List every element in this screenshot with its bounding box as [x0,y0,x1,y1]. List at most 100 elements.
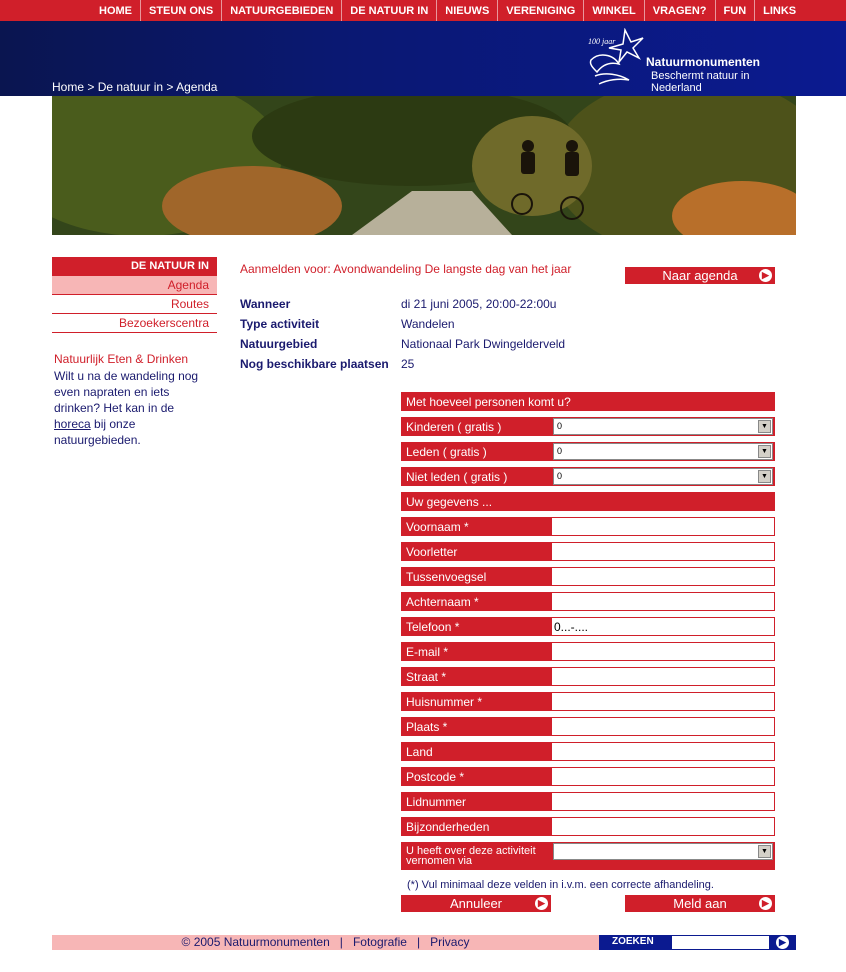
e-mail-field[interactable] [551,642,775,661]
nav-item[interactable]: NIEUWS [436,0,497,21]
persons-select-value: 0 [557,446,563,456]
logo-anniversary-text: 100 jaar [588,37,616,46]
annuleer-label: Annuleer [449,896,503,911]
sidebar-item-bezoekerscentra[interactable]: Bezoekerscentra [52,314,217,333]
search-go-icon[interactable]: ▶ [776,936,789,949]
land-label: Land [401,742,551,761]
header-band: Home > De natuur in > Agenda 100 jaar Na… [0,21,846,96]
top-navigation: HOME STEUN ONS NATUURGEBIEDEN DE NATUUR IN N… [0,0,846,21]
footer-separator: | [339,935,343,949]
straat-label: Straat * [401,667,551,686]
source-label: U heeft over deze activiteit vernomen vi… [401,842,551,870]
required-fields-note: (*) Vul minimaal deze velden in i.v.m. e… [407,879,714,891]
plaats-label: Plaats * [401,717,551,736]
breadcrumb-separator: > [84,80,98,94]
persons-select[interactable]: 0 ▼ [551,442,775,461]
persons-select[interactable]: 0 ▼ [551,417,775,436]
details-header: Uw gegevens ... [401,492,775,511]
arrow-right-icon: ▶ [759,269,772,282]
hero-photo-cyclists [52,96,796,235]
info-label: Nog beschikbare plaatsen [240,357,389,371]
chevron-down-icon: ▼ [758,845,771,858]
nav-item[interactable]: VRAGEN? [643,0,715,21]
info-value: 25 [401,357,415,371]
fotografie-link[interactable]: Fotografie [353,935,407,949]
voornaam-field[interactable] [551,517,775,536]
promo-text: Wilt u na de wandeling nog even napraten… [54,368,214,448]
info-label: Wanneer [240,297,291,311]
breadcrumb-current: Agenda [176,80,218,94]
nav-item[interactable]: HOME [91,0,140,21]
search-input[interactable] [672,936,769,949]
promo-title: Natuurlijk Eten & Drinken [54,352,189,366]
source-select[interactable]: ▼ [551,842,775,870]
chevron-down-icon: ▼ [758,445,771,458]
naar-agenda-label: Naar agenda [662,268,738,283]
voorletter-field[interactable] [551,542,775,561]
persons-label: Leden ( gratis ) [401,442,551,461]
arrow-right-icon: ▶ [759,897,772,910]
privacy-link[interactable]: Privacy [430,935,469,949]
nav-item[interactable]: STEUN ONS [140,0,221,21]
plaats-field[interactable] [551,717,775,736]
meld-aan-button[interactable]: Meld aan ▶ [625,895,775,912]
persons-select-box[interactable]: 0 ▼ [553,443,773,460]
promo-text-before: Wilt u na de wandeling nog even napraten… [54,369,199,415]
logo-name: Natuurmonumenten [646,55,760,69]
chevron-down-icon: ▼ [758,420,771,433]
breadcrumb-home-link[interactable]: Home [52,80,84,94]
persons-select-value: 0 [557,471,563,481]
sidebar-heading: DE NATUUR IN [52,257,217,276]
tussenvoegsel-label: Tussenvoegsel [401,567,551,586]
lidnummer-label: Lidnummer [401,792,551,811]
persons-select-value: 0 [557,421,563,431]
sidebar-item-routes[interactable]: Routes [52,295,217,314]
breadcrumb-section-link[interactable]: De natuur in [98,80,163,94]
nav-item[interactable]: VERENIGING [497,0,583,21]
bijzonderheden-label: Bijzonderheden [401,817,551,836]
telefoon-field[interactable] [551,617,775,636]
horeca-link[interactable]: horeca [54,417,91,431]
huisnummer-field[interactable] [551,692,775,711]
land-field[interactable] [551,742,775,761]
nav-item[interactable]: FUN [714,0,755,21]
huisnummer-label: Huisnummer * [401,692,551,711]
e-mail-label: E-mail * [401,642,551,661]
footer: © 2005 Natuurmonumenten | Fotografie | P… [52,935,599,950]
bijzonderheden-field[interactable] [551,817,775,836]
search-label: ZOEKEN [612,936,654,947]
copyright-text: © 2005 Natuurmonumenten [181,935,330,949]
voorletter-label: Voorletter [401,542,551,561]
voornaam-label: Voornaam * [401,517,551,536]
naar-agenda-button[interactable]: Naar agenda ▶ [625,267,775,284]
persons-select-box[interactable]: 0 ▼ [553,418,773,435]
persons-select-box[interactable]: 0 ▼ [553,468,773,485]
nav-item[interactable]: DE NATUUR IN [341,0,436,21]
nav-item[interactable]: LINKS [754,0,804,21]
breadcrumb: Home > De natuur in > Agenda [52,80,217,94]
achternaam-field[interactable] [551,592,775,611]
source-select-box[interactable]: ▼ [553,843,773,860]
persons-select[interactable]: 0 ▼ [551,467,775,486]
hero-photo-icon [52,96,796,235]
page-title: Aanmelden voor: Avondwandeling De langst… [240,262,572,276]
nav-item[interactable]: NATUURGEBIEDEN [221,0,341,21]
annuleer-button[interactable]: Annuleer ▶ [401,895,551,912]
info-value: Nationaal Park Dwingelderveld [401,337,566,351]
bird-logo-icon: 100 jaar [588,28,644,85]
natuurmonumenten-logo[interactable]: 100 jaar Natuurmonumenten Beschermt natu… [585,28,800,94]
telefoon-label: Telefoon * [401,617,551,636]
sidebar-item-agenda[interactable]: Agenda [52,276,217,295]
postcode-field[interactable] [551,767,775,786]
lidnummer-field[interactable] [551,792,775,811]
postcode-label: Postcode * [401,767,551,786]
nav-item[interactable]: WINKEL [583,0,643,21]
top-nav-list: HOME STEUN ONS NATUURGEBIEDEN DE NATUUR IN N… [91,0,804,21]
tussenvoegsel-field[interactable] [551,567,775,586]
persons-label: Niet leden ( gratis ) [401,467,551,486]
persons-header: Met hoeveel personen komt u? [401,392,775,411]
persons-label: Kinderen ( gratis ) [401,417,551,436]
straat-field[interactable] [551,667,775,686]
achternaam-label: Achternaam * [401,592,551,611]
info-label: Type activiteit [240,317,320,331]
